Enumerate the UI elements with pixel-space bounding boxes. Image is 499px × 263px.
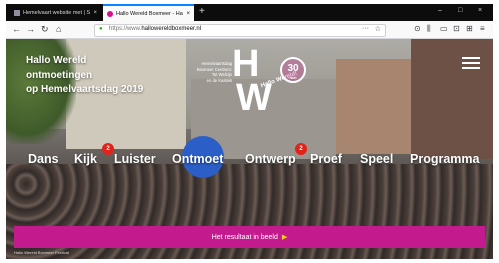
hamburger-menu-icon[interactable] <box>462 57 480 69</box>
forward-icon[interactable]: → <box>26 23 35 35</box>
hero-line: Hallo Wereld <box>26 55 87 66</box>
page-actions-icon[interactable]: ··· <box>362 25 369 32</box>
menu-item-ontmoet[interactable]: Ontmoet <box>172 152 223 166</box>
main-menu: Dans Kijk 2 Luister Ontmoet Ontwerp 2 Pr… <box>6 143 493 171</box>
menu-item-speel[interactable]: Speel <box>360 152 393 166</box>
tab-close-icon[interactable]: × <box>186 11 190 17</box>
sidebar-icon[interactable]: ▭ <box>440 24 448 34</box>
url-text: https://www.hallowereldboxmeer.nl <box>109 26 202 32</box>
bookmark-star-icon[interactable]: ☆ <box>375 25 381 33</box>
new-tab-button[interactable]: + <box>199 6 205 18</box>
pocket-icon[interactable]: ⊙ <box>414 24 421 34</box>
building-image <box>411 39 493 159</box>
menu-item-kijk[interactable]: Kijk <box>74 152 97 166</box>
menu-item-dans[interactable]: Dans <box>28 152 59 166</box>
hero-section: Hallo Wereld ontmoetingen op Hemelvaarts… <box>6 39 493 259</box>
menu-item-luister[interactable]: Luister <box>114 152 156 166</box>
menu-icon[interactable]: ≡ <box>480 24 485 34</box>
photo-credit: Hallo Wereld Boxmeer Festival <box>14 250 69 255</box>
notification-badge: 2 <box>102 143 114 155</box>
tab-title: Hallo Wereld Boxmeer - Hallo W <box>116 10 183 17</box>
menu-item-programma[interactable]: Programma <box>410 152 479 166</box>
minimize-icon[interactable]: – <box>438 7 442 14</box>
tab-favicon <box>14 9 20 16</box>
tab-favicon <box>107 10 113 17</box>
lock-icon: ● <box>99 26 103 32</box>
result-cta-button[interactable]: Het resultaat in beeld ▶ <box>14 226 485 248</box>
tab-strip: Hemelvaart website met | Stichting × Hal… <box>6 4 493 21</box>
reload-icon[interactable]: ↻ <box>41 23 49 35</box>
screenshot-icon[interactable]: ⊡ <box>453 24 460 34</box>
extensions-icon[interactable]: ⊞ <box>466 24 473 34</box>
hero-line: op Hemelvaartsdag 2019 <box>26 84 144 95</box>
logo-subtext: Hemelvaartsdag Boxmeer Centrum: Tot Welz… <box>196 61 232 83</box>
tab-title: Hemelvaart website met | Stichting <box>23 9 91 16</box>
hero-headline: Hallo Wereld ontmoetingen op Hemelvaarts… <box>26 54 186 98</box>
tab-hemelvaart[interactable]: Hemelvaart website met | Stichting × <box>10 4 101 21</box>
play-arrow-icon: ▶ <box>281 234 288 241</box>
menu-item-proef[interactable]: Proef <box>310 152 342 166</box>
browser-window: Hemelvaart website met | Stichting × Hal… <box>6 4 493 259</box>
notification-badge: 2 <box>295 143 307 155</box>
cta-label: Het resultaat in beeld <box>211 233 278 241</box>
library-icon[interactable]: ⫼ <box>427 24 431 34</box>
menu-item-ontwerp[interactable]: Ontwerp <box>245 152 296 166</box>
tab-hallo-wereld[interactable]: Hallo Wereld Boxmeer - Hallo W × <box>103 4 194 21</box>
maximize-icon[interactable]: □ <box>458 7 462 14</box>
close-window-icon[interactable]: × <box>478 7 482 14</box>
logo-date-badge: 30 mei <box>280 57 306 83</box>
hallo-wereld-logo[interactable]: Hemelvaartsdag Boxmeer Centrum: Tot Welz… <box>188 45 358 125</box>
hero-line: ontmoetingen <box>26 69 93 81</box>
url-bar[interactable]: ● https://www.hallowereldboxmeer.nl ··· … <box>94 24 386 37</box>
tab-close-icon[interactable]: × <box>93 10 97 16</box>
back-icon[interactable]: ← <box>12 23 21 35</box>
home-icon[interactable]: ⌂ <box>56 23 61 35</box>
navigation-bar: ← → ↻ ⌂ ● https://www.hallowereldboxmeer… <box>6 21 493 39</box>
